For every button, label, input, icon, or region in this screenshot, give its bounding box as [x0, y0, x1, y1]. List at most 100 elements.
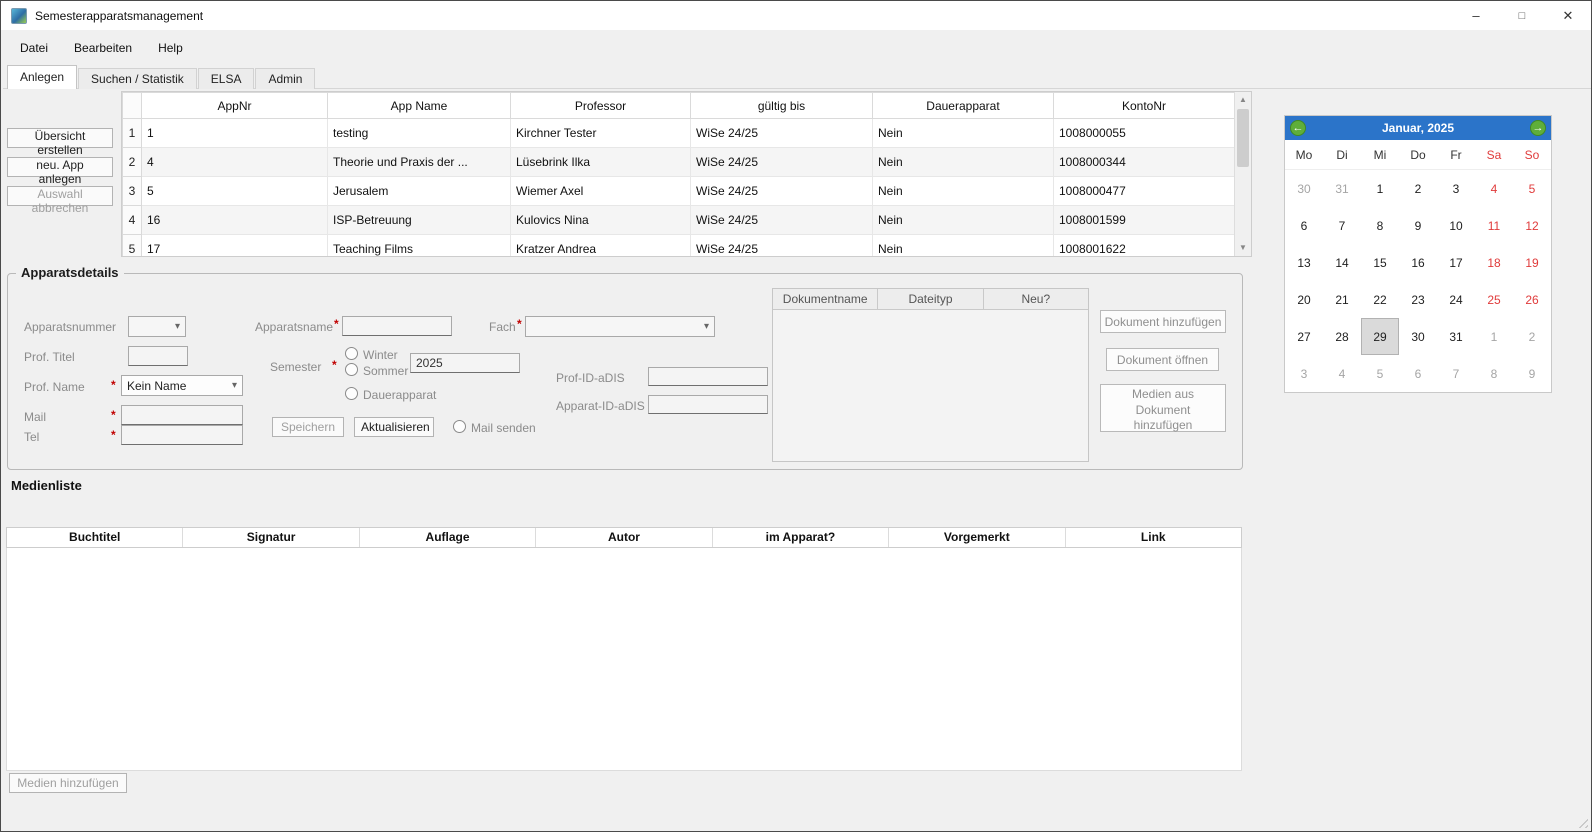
menu-item-datei[interactable]: Datei — [7, 34, 61, 62]
table-row[interactable]: 11testingKirchner TesterWiSe 24/25Nein10… — [123, 119, 1235, 148]
tab-anlegen[interactable]: Anlegen — [7, 65, 77, 89]
mail-senden-checkbox[interactable] — [453, 420, 466, 433]
neu-app-anlegen-button[interactable]: neu. App anlegen — [7, 157, 113, 177]
scrollbar-thumb[interactable] — [1237, 109, 1249, 167]
calendar-day[interactable]: 5 — [1361, 355, 1399, 392]
grid-col-gueltig-bis[interactable]: gültig bis — [691, 93, 873, 119]
medien-col-link[interactable]: Link — [1066, 528, 1241, 547]
grid-col-appnr[interactable]: AppNr — [142, 93, 328, 119]
calendar-day[interactable]: 10 — [1437, 207, 1475, 244]
menu-item-help[interactable]: Help — [145, 34, 196, 62]
calendar-day[interactable]: 16 — [1399, 244, 1437, 281]
calendar-next-icon[interactable]: → — [1530, 120, 1546, 136]
calendar-day[interactable]: 27 — [1285, 318, 1323, 355]
medien-col-signatur[interactable]: Signatur — [183, 528, 359, 547]
calendar-day[interactable]: 21 — [1323, 281, 1361, 318]
tab-suchen-statistik[interactable]: Suchen / Statistik — [78, 68, 197, 89]
dauerapparat-radio[interactable] — [345, 387, 358, 400]
tab-admin[interactable]: Admin — [255, 68, 315, 89]
calendar-day[interactable]: 9 — [1513, 355, 1551, 392]
calendar-day[interactable]: 30 — [1285, 170, 1323, 207]
table-row[interactable]: 416ISP-BetreuungKulovics NinaWiSe 24/25N… — [123, 206, 1235, 235]
aktualisieren-button[interactable]: Aktualisieren — [354, 417, 434, 437]
scroll-up-icon[interactable]: ▲ — [1235, 92, 1251, 108]
dokument-oeffnen-button[interactable]: Dokument öffnen — [1106, 348, 1219, 371]
calendar-day[interactable]: 6 — [1399, 355, 1437, 392]
maximize-button[interactable]: □ — [1499, 1, 1545, 31]
grid-col-kontonr[interactable]: KontoNr — [1054, 93, 1235, 119]
medien-col-buchtitel[interactable]: Buchtitel — [7, 528, 183, 547]
grid-col-app-name[interactable]: App Name — [328, 93, 511, 119]
calendar-day[interactable]: 1 — [1361, 170, 1399, 207]
calendar-day[interactable]: 3 — [1285, 355, 1323, 392]
dokument-hinzufuegen-button[interactable]: Dokument hinzufügen — [1100, 310, 1226, 333]
medien-col-im-apparat[interactable]: im Apparat? — [713, 528, 889, 547]
calendar-day[interactable]: 8 — [1361, 207, 1399, 244]
doc-col-neu[interactable]: Neu? — [984, 289, 1088, 309]
calendar-day[interactable]: 28 — [1323, 318, 1361, 355]
uebersicht-erstellen-button[interactable]: Übersicht erstellen — [7, 128, 113, 148]
calendar-day[interactable]: 20 — [1285, 281, 1323, 318]
medien-aus-dokument-button[interactable]: Medien aus Dokument hinzufügen — [1100, 384, 1226, 432]
calendar-day[interactable]: 25 — [1475, 281, 1513, 318]
calendar-day[interactable]: 31 — [1323, 170, 1361, 207]
semester-year-field[interactable]: 2025 — [410, 353, 520, 373]
calendar-day[interactable]: 31 — [1437, 318, 1475, 355]
apparatsnummer-combo[interactable]: ▾ — [128, 316, 186, 337]
calendar-prev-icon[interactable]: ← — [1290, 120, 1306, 136]
medien-hinzufuegen-button[interactable]: Medien hinzufügen — [9, 773, 127, 793]
calendar-day[interactable]: 9 — [1399, 207, 1437, 244]
calendar-day[interactable]: 15 — [1361, 244, 1399, 281]
close-button[interactable]: ✕ — [1545, 1, 1591, 31]
sommer-radio[interactable] — [345, 363, 358, 376]
calendar-day[interactable]: 4 — [1475, 170, 1513, 207]
calendar-day[interactable]: 17 — [1437, 244, 1475, 281]
calendar-day[interactable]: 1 — [1475, 318, 1513, 355]
calendar-day[interactable]: 26 — [1513, 281, 1551, 318]
calendar-title[interactable]: Januar, 2025 — [1306, 121, 1530, 135]
calendar-day[interactable]: 5 — [1513, 170, 1551, 207]
tel-field[interactable] — [121, 425, 243, 445]
winter-radio[interactable] — [345, 347, 358, 360]
grid-col-professor[interactable]: Professor — [511, 93, 691, 119]
calendar-day[interactable]: 7 — [1437, 355, 1475, 392]
table-row[interactable]: 517Teaching FilmsKratzer AndreaWiSe 24/2… — [123, 235, 1235, 258]
calendar-day[interactable]: 3 — [1437, 170, 1475, 207]
apparat-id-adis-field[interactable] — [648, 395, 768, 414]
calendar-day[interactable]: 13 — [1285, 244, 1323, 281]
auswahl-abbrechen-button[interactable]: Auswahl abbrechen — [7, 186, 113, 206]
tab-elsa[interactable]: ELSA — [198, 68, 255, 89]
calendar-day[interactable]: 8 — [1475, 355, 1513, 392]
table-row[interactable]: 35JerusalemWiemer AxelWiSe 24/25Nein1008… — [123, 177, 1235, 206]
apparatsname-field[interactable] — [342, 316, 452, 336]
scroll-down-icon[interactable]: ▼ — [1235, 240, 1251, 256]
calendar-day[interactable]: 22 — [1361, 281, 1399, 318]
calendar-day[interactable]: 18 — [1475, 244, 1513, 281]
calendar-day[interactable]: 24 — [1437, 281, 1475, 318]
medien-col-auflage[interactable]: Auflage — [360, 528, 536, 547]
prof-titel-field[interactable] — [128, 346, 188, 366]
minimize-button[interactable]: – — [1453, 1, 1499, 31]
grid-vertical-scrollbar[interactable]: ▲ ▼ — [1234, 92, 1251, 256]
medien-col-vorgemerkt[interactable]: Vorgemerkt — [889, 528, 1065, 547]
calendar-day[interactable]: 6 — [1285, 207, 1323, 244]
fach-combo[interactable]: ▾ — [525, 316, 715, 337]
calendar-day[interactable]: 2 — [1513, 318, 1551, 355]
calendar-day[interactable]: 4 — [1323, 355, 1361, 392]
calendar-day[interactable]: 14 — [1323, 244, 1361, 281]
speichern-button[interactable]: Speichern — [272, 417, 344, 437]
prof-id-adis-field[interactable] — [648, 367, 768, 386]
menu-item-bearbeiten[interactable]: Bearbeiten — [61, 34, 145, 62]
doc-col-dateityp[interactable]: Dateityp — [878, 289, 983, 309]
table-row[interactable]: 24Theorie und Praxis der ...Lüsebrink Il… — [123, 148, 1235, 177]
calendar-day[interactable]: 19 — [1513, 244, 1551, 281]
calendar-day[interactable]: 30 — [1399, 318, 1437, 355]
calendar-day-selected[interactable]: 29 — [1361, 318, 1399, 355]
calendar-day[interactable]: 11 — [1475, 207, 1513, 244]
calendar-day[interactable]: 2 — [1399, 170, 1437, 207]
calendar-day[interactable]: 7 — [1323, 207, 1361, 244]
prof-name-combo[interactable]: Kein Name ▾ — [121, 375, 243, 396]
medien-col-autor[interactable]: Autor — [536, 528, 712, 547]
grid-col-dauerapparat[interactable]: Dauerapparat — [873, 93, 1054, 119]
calendar-day[interactable]: 23 — [1399, 281, 1437, 318]
